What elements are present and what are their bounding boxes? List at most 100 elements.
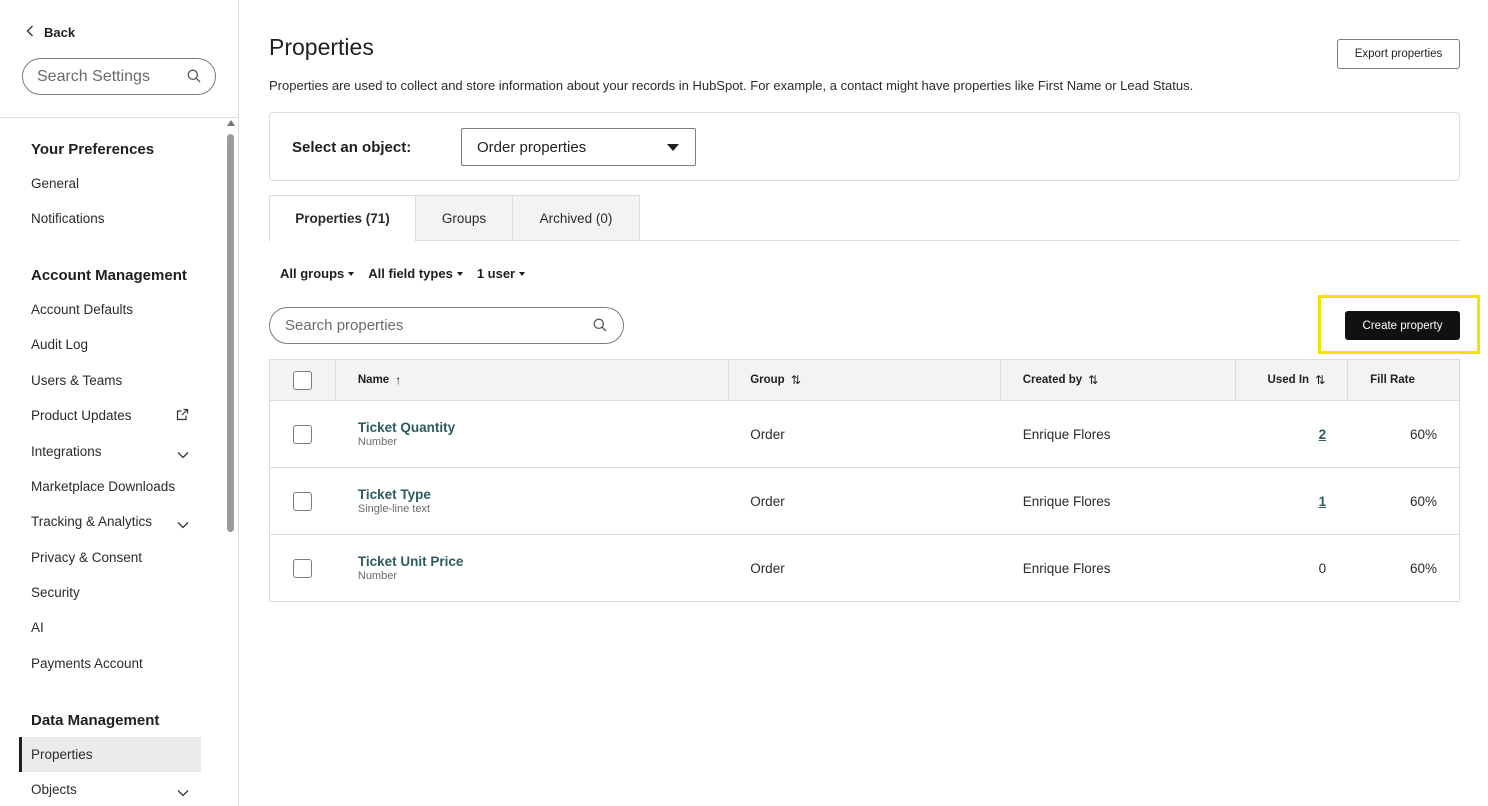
search-settings-input[interactable] — [37, 67, 177, 86]
sidebar-item-general[interactable]: General — [19, 166, 201, 201]
group-cell: Order — [750, 426, 785, 442]
search-icon[interactable] — [187, 69, 201, 88]
sidebar-item-payments-account[interactable]: Payments Account — [19, 646, 201, 681]
row-select-cell — [270, 468, 336, 534]
page-title: Properties — [269, 34, 374, 60]
column-header-label: Name — [357, 374, 390, 386]
property-type: Number — [357, 570, 397, 582]
back-button[interactable]: Back — [26, 24, 75, 40]
sidebar-item-account-defaults[interactable]: Account Defaults — [19, 292, 201, 327]
filter-bar: All groups All field types 1 user — [280, 266, 526, 281]
tab-archived[interactable]: Archived (0) — [512, 195, 640, 241]
table-row: Ticket Type Single-line text Order Enriq… — [270, 468, 1459, 535]
sidebar-item-label: Payments Account — [31, 656, 143, 671]
sidebar-item-label: Tracking & Analytics — [31, 514, 153, 529]
filter-label: 1 user — [476, 266, 516, 281]
chevron-down-icon — [177, 447, 189, 462]
sidebar-item-properties[interactable]: Properties — [19, 737, 201, 772]
column-header-label: Group — [750, 374, 785, 386]
column-header-created-by[interactable]: Created by ⇅ — [1001, 360, 1237, 400]
sidebar-item-notifications[interactable]: Notifications — [19, 201, 201, 236]
used-in-cell: 1 — [1236, 468, 1348, 534]
page-description: Properties are used to collect and store… — [269, 78, 1194, 93]
search-properties-field[interactable] — [269, 307, 624, 344]
settings-nav: Your Preferences General Notifications A… — [0, 119, 226, 806]
column-header-label: Used In — [1267, 374, 1310, 386]
sidebar-item-tracking-analytics[interactable]: Tracking & Analytics — [19, 504, 201, 539]
column-header-used-in[interactable]: Used In ⇅ — [1236, 360, 1349, 400]
caret-down-icon — [519, 271, 526, 276]
object-selector-card: Select an object: Order properties — [269, 112, 1460, 181]
property-type: Single-line text — [357, 503, 431, 515]
fill-rate-cell: 60% — [1409, 560, 1437, 576]
chevron-left-icon — [26, 24, 34, 40]
sidebar-item-label: Integrations — [31, 444, 102, 459]
created-by-cell: Enrique Flores — [1022, 426, 1111, 442]
name-cell: Ticket Unit Price Number — [336, 535, 729, 601]
sidebar-header: Back — [0, 0, 238, 118]
name-cell: Ticket Type Single-line text — [336, 468, 729, 534]
column-header-label: Fill Rate — [1370, 374, 1415, 386]
filter-label: All field types — [368, 266, 453, 281]
tab-properties[interactable]: Properties (71) — [269, 195, 416, 242]
object-select-dropdown[interactable]: Order properties — [461, 128, 696, 166]
filter-label: All groups — [280, 266, 345, 281]
back-label: Back — [44, 24, 76, 40]
fill-rate-cell: 60% — [1409, 493, 1437, 509]
row-checkbox[interactable] — [293, 491, 313, 511]
caret-down-icon — [348, 271, 355, 276]
sidebar-item-label: Objects — [31, 782, 77, 797]
search-icon[interactable] — [593, 318, 607, 337]
caret-down-icon — [456, 271, 463, 276]
property-name-link[interactable]: Ticket Type — [358, 487, 431, 502]
sidebar-item-label: Security — [31, 585, 80, 600]
scroll-up-arrow[interactable] — [227, 120, 235, 126]
sort-icon: ⇅ — [1088, 373, 1099, 387]
export-properties-button[interactable]: Export properties — [1337, 39, 1460, 69]
group-cell: Order — [750, 560, 785, 576]
property-name-link[interactable]: Ticket Unit Price — [358, 554, 464, 569]
sidebar-item-marketplace-downloads[interactable]: Marketplace Downloads — [19, 469, 201, 504]
row-checkbox[interactable] — [293, 558, 313, 578]
column-header-group[interactable]: Group ⇅ — [729, 360, 1001, 400]
column-header-name[interactable]: Name ↑ — [336, 360, 730, 400]
sidebar-scrollbar[interactable] — [227, 134, 234, 532]
used-in-link[interactable]: 1 — [1319, 494, 1327, 509]
create-property-button[interactable]: Create property — [1345, 311, 1460, 340]
settings-sidebar: Back Your Preferences General Notificati… — [0, 0, 239, 806]
sidebar-item-label: Audit Log — [31, 337, 89, 352]
search-properties-input[interactable] — [285, 317, 575, 334]
property-type: Number — [357, 436, 397, 448]
group-cell: Order — [750, 493, 785, 509]
table-row: Ticket Unit Price Number Order Enrique F… — [270, 535, 1459, 601]
sidebar-item-audit-log[interactable]: Audit Log — [19, 327, 201, 362]
column-header-fill-rate: Fill Rate — [1348, 360, 1459, 400]
sort-icon: ⇅ — [790, 373, 801, 387]
used-in-link[interactable]: 2 — [1319, 427, 1327, 442]
section-heading-account: Account Management — [31, 267, 187, 284]
sidebar-item-integrations[interactable]: Integrations — [19, 434, 201, 469]
properties-table: Name ↑ Group ⇅ Created by ⇅ Used In ⇅ Fi… — [269, 359, 1460, 602]
object-select-value: Order properties — [477, 138, 587, 156]
sidebar-item-users-teams[interactable]: Users & Teams — [19, 363, 201, 398]
sidebar-item-security[interactable]: Security — [19, 575, 201, 610]
external-link-icon — [176, 408, 189, 424]
sidebar-item-objects[interactable]: Objects — [19, 772, 201, 806]
sidebar-item-label: Notifications — [31, 211, 105, 226]
chevron-down-icon — [177, 785, 189, 800]
select-all-cell — [270, 360, 336, 400]
sidebar-item-privacy-consent[interactable]: Privacy & Consent — [19, 540, 201, 575]
filter-field-types[interactable]: All field types — [368, 266, 463, 281]
tab-groups[interactable]: Groups — [415, 195, 513, 241]
sidebar-item-ai[interactable]: AI — [19, 610, 201, 645]
filter-users[interactable]: 1 user — [476, 266, 526, 281]
sidebar-item-label: Properties — [31, 747, 93, 762]
row-checkbox[interactable] — [293, 424, 313, 444]
search-settings-field[interactable] — [22, 58, 216, 95]
sort-ascending-icon: ↑ — [395, 373, 402, 387]
sidebar-item-product-updates[interactable]: Product Updates — [19, 398, 201, 433]
select-all-checkbox[interactable] — [292, 370, 312, 390]
section-heading-preferences: Your Preferences — [31, 141, 155, 158]
filter-groups[interactable]: All groups — [280, 266, 355, 281]
property-name-link[interactable]: Ticket Quantity — [358, 420, 455, 435]
